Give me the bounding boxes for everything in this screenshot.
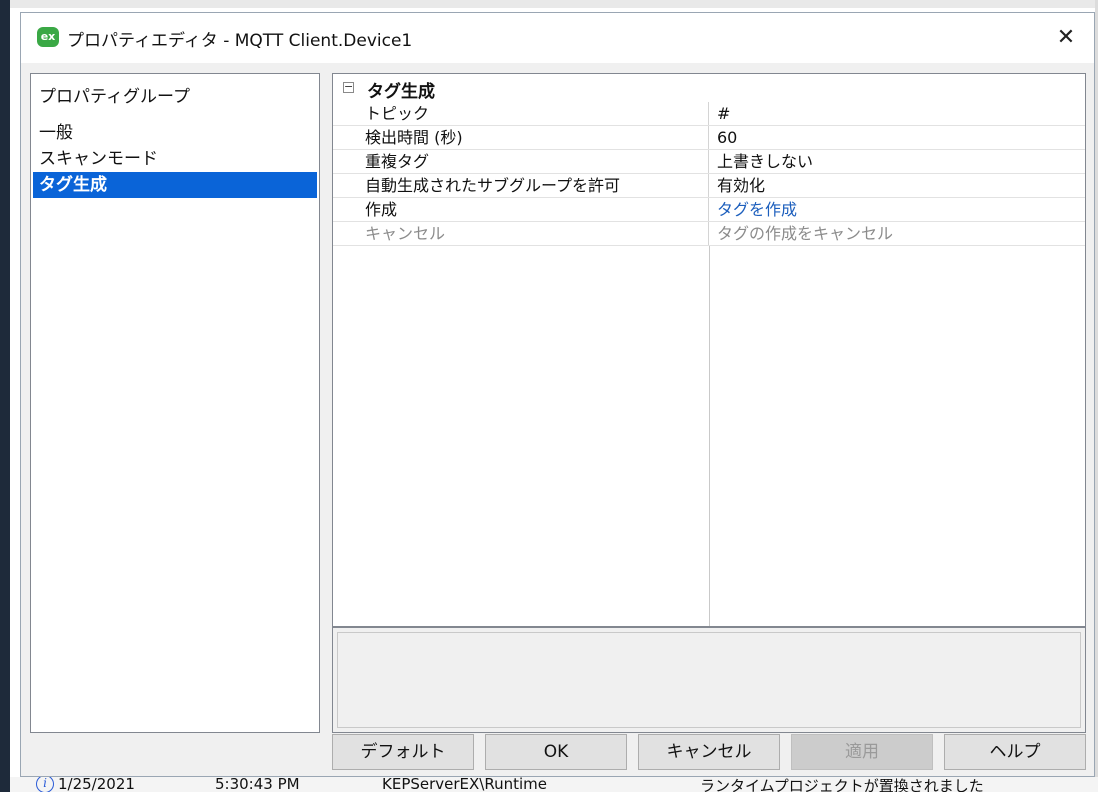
property-name: キャンセル — [365, 222, 709, 245]
info-icon: i — [36, 777, 54, 792]
property-grid: − タグ生成 トピック # 検出時間 (秒) 60 重複タグ 上書きしない 自動… — [332, 73, 1086, 627]
title-bar: ex プロパティエディタ - MQTT Client.Device1 ✕ — [21, 13, 1094, 63]
dialog-title: プロパティエディタ - MQTT Client.Device1 — [67, 31, 413, 51]
property-row-discovery-time[interactable]: 検出時間 (秒) 60 — [333, 126, 1085, 150]
group-item-tag-generation[interactable]: タグ生成 — [33, 172, 317, 198]
category-label: タグ生成 — [367, 82, 435, 102]
event-date: 1/25/2021 — [58, 777, 135, 792]
create-tags-link[interactable]: タグを作成 — [717, 198, 797, 221]
background-window-edge — [0, 0, 1098, 8]
property-name: 重複タグ — [365, 150, 709, 173]
property-row-create[interactable]: 作成 タグを作成 — [333, 198, 1085, 222]
description-text-area — [337, 632, 1081, 728]
collapse-icon[interactable]: − — [343, 81, 354, 93]
property-row-cancel: キャンセル タグの作成をキャンセル — [333, 222, 1085, 246]
property-row-allow-subgroups[interactable]: 自動生成されたサブグループを許可 有効化 — [333, 174, 1085, 198]
kepserverex-app-icon: ex — [37, 27, 59, 47]
event-time: 5:30:43 PM — [215, 777, 300, 792]
property-description-pane — [332, 627, 1086, 733]
background-event-log-row: i 1/25/2021 5:30:43 PM KEPServerEX\Runti… — [10, 777, 1098, 792]
property-name: トピック — [365, 102, 709, 125]
group-item-general[interactable]: 一般 — [33, 120, 317, 146]
property-row-duplicate-tags[interactable]: 重複タグ 上書きしない — [333, 150, 1085, 174]
default-button[interactable]: デフォルト — [332, 734, 474, 770]
property-value-allow-subgroups[interactable]: 有効化 — [717, 174, 765, 197]
cancel-tag-creation-link: タグの作成をキャンセル — [717, 224, 894, 243]
close-button[interactable]: ✕ — [1048, 21, 1084, 55]
event-source: KEPServerEX\Runtime — [382, 777, 548, 792]
apply-button: 適用 — [791, 734, 933, 770]
ok-button[interactable]: OK — [485, 734, 627, 770]
property-group-list: プロパティグループ 一般 スキャンモード タグ生成 — [30, 73, 320, 733]
group-item-scan-mode[interactable]: スキャンモード — [33, 146, 317, 172]
background-window-edge-left — [0, 0, 10, 792]
property-editor-dialog: ex プロパティエディタ - MQTT Client.Device1 ✕ プロパ… — [20, 12, 1095, 777]
property-value-topic[interactable]: # — [717, 102, 730, 125]
property-name: 検出時間 (秒) — [365, 126, 709, 149]
column-divider[interactable] — [709, 246, 710, 626]
cancel-button[interactable]: キャンセル — [638, 734, 780, 770]
property-group-header: プロパティグループ — [39, 87, 190, 107]
property-name: 作成 — [365, 198, 709, 221]
property-name: 自動生成されたサブグループを許可 — [365, 174, 709, 197]
property-value-discovery-time[interactable]: 60 — [717, 126, 737, 149]
category-row-tag-generation: − タグ生成 — [333, 74, 1085, 102]
property-value-duplicate-tags[interactable]: 上書きしない — [717, 150, 813, 173]
property-row-topic[interactable]: トピック # — [333, 102, 1085, 126]
event-message: ランタイムプロジェクトが置換されました — [700, 777, 984, 792]
help-button[interactable]: ヘルプ — [944, 734, 1086, 770]
